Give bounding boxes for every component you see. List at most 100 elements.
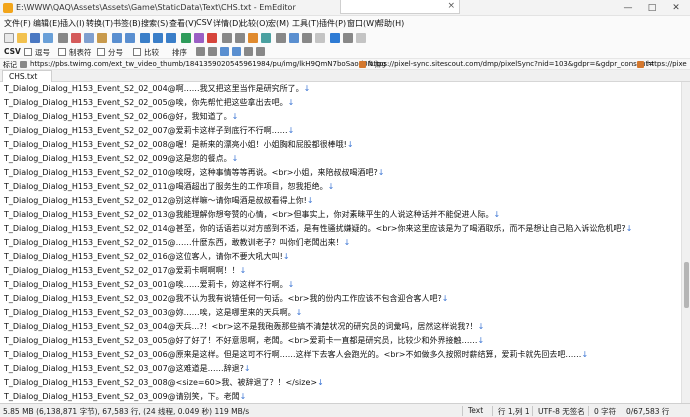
editor-line[interactable]: T_Dialog_Dialog_H153_Event_S2_02_005@唉，你…	[4, 97, 294, 109]
compare-icon[interactable]	[261, 33, 271, 43]
vertical-scrollbar[interactable]	[681, 82, 690, 403]
menu-search[interactable]: 搜索(S)	[141, 18, 168, 29]
editor-line[interactable]: T_Dialog_Dialog_H153_Event_S2_03_008@<si…	[4, 377, 324, 389]
maximize-button[interactable]: □	[642, 1, 662, 15]
editor-line[interactable]: T_Dialog_Dialog_H153_Event_S2_02_012@别这样…	[4, 195, 314, 207]
status-encoding[interactable]: UTF-8 无签名	[538, 406, 585, 417]
tab-mode-button[interactable]: 制表符	[69, 47, 92, 58]
macro-play-icon[interactable]	[207, 33, 217, 43]
editor-line[interactable]: T_Dialog_Dialog_H153_Event_S2_03_005@好了好…	[4, 335, 484, 347]
menu-help[interactable]: 帮助(H)	[376, 18, 404, 29]
find-icon[interactable]	[140, 33, 150, 43]
column-icon[interactable]	[220, 47, 229, 56]
status-file-type[interactable]: Text	[468, 406, 483, 415]
editor-line[interactable]: T_Dialog_Dialog_H153_Event_S2_03_004@天兵.…	[4, 321, 484, 333]
find-next-icon[interactable]	[153, 33, 163, 43]
comma-mode-button[interactable]: 逗号	[35, 47, 50, 58]
newline-marker-icon: ↓	[287, 280, 295, 289]
editor-line[interactable]: T_Dialog_Dialog_H153_Event_S2_02_014@甚至，…	[4, 223, 632, 235]
menu-window[interactable]: 窗口(W)	[347, 18, 377, 29]
bookmark-link[interactable]: https://pixel-sync.sitescout.com/dmp/pix…	[369, 60, 654, 68]
editor-line[interactable]: T_Dialog_Dialog_H153_Event_S2_03_002@我不认…	[4, 293, 448, 305]
macro-record-icon[interactable]	[194, 33, 204, 43]
sort-button[interactable]: 排序	[172, 47, 187, 58]
cut-icon[interactable]	[71, 33, 81, 43]
join-icon[interactable]	[244, 47, 253, 56]
menu-file[interactable]: 文件(F)	[4, 18, 31, 29]
bookmark-link[interactable]: https://pbs.twimg.com/ext_tw_video_thumb…	[30, 60, 386, 68]
editor-line[interactable]: T_Dialog_Dialog_H153_Event_S2_03_009@请别笑…	[4, 391, 246, 403]
editor-line[interactable]: T_Dialog_Dialog_H153_Event_S2_02_011@喝酒超…	[4, 181, 334, 193]
new-file-icon[interactable]	[4, 33, 14, 43]
editor-line[interactable]: T_Dialog_Dialog_H153_Event_S2_02_007@爱莉卡…	[4, 125, 294, 137]
top-tab[interactable]: ×	[340, 0, 460, 14]
csv-grid-icon[interactable]	[24, 48, 32, 56]
menu-macro[interactable]: 宏(M)	[268, 18, 289, 29]
outline-icon[interactable]	[289, 33, 299, 43]
menu-plugins[interactable]: 插件(P)	[319, 18, 346, 29]
word-wrap-icon[interactable]	[222, 33, 232, 43]
menu-insert[interactable]: 插入(I)	[60, 18, 85, 29]
menu-compare[interactable]: 比较(O)	[240, 18, 269, 29]
editor-line[interactable]: T_Dialog_Dialog_H153_Event_S2_02_010@唉呀，…	[4, 167, 384, 179]
paste-icon[interactable]	[97, 33, 107, 43]
sort-asc-icon[interactable]	[196, 47, 205, 56]
settings-icon[interactable]	[343, 33, 353, 43]
status-cursor-position[interactable]: 行 1,列 1	[498, 406, 530, 417]
editor-line[interactable]: T_Dialog_Dialog_H153_Event_S2_02_015@……什…	[4, 237, 350, 249]
split-window-icon[interactable]	[276, 33, 286, 43]
editor-line[interactable]: T_Dialog_Dialog_H153_Event_S2_02_004@啊………	[4, 83, 310, 95]
menu-bar: 文件(F) 编辑(E) 插入(I) 转换(T) 书签(B) 搜索(S) 查看(V…	[0, 16, 690, 31]
editor-line[interactable]: T_Dialog_Dialog_H153_Event_S2_03_001@唉………	[4, 279, 294, 291]
font-icon[interactable]	[315, 33, 325, 43]
line-text: T_Dialog_Dialog_H153_Event_S2_02_011@喝酒超…	[4, 182, 328, 191]
menu-csv[interactable]: CSV	[196, 18, 212, 27]
properties-icon[interactable]	[302, 33, 312, 43]
copy-icon[interactable]	[84, 33, 94, 43]
bookmark-link[interactable]: https://pixe	[647, 60, 687, 68]
editor-line[interactable]: T_Dialog_Dialog_H153_Event_S2_02_016@这位客…	[4, 251, 290, 263]
print-icon[interactable]	[58, 33, 68, 43]
editor-line[interactable]: T_Dialog_Dialog_H153_Event_S2_03_006@原来是…	[4, 349, 588, 361]
compare-mode-button[interactable]: 比较	[144, 47, 159, 58]
editor-line[interactable]: T_Dialog_Dialog_H153_Event_S2_03_003@妳………	[4, 307, 302, 319]
redo-icon[interactable]	[125, 33, 135, 43]
menu-bookmark[interactable]: 书签(B)	[113, 18, 141, 29]
sort-desc-icon[interactable]	[208, 47, 217, 56]
text-editor[interactable]: T_Dialog_Dialog_H153_Event_S2_02_004@啊………	[0, 82, 681, 403]
open-folder-icon[interactable]	[17, 33, 27, 43]
menu-convert[interactable]: 转换(T)	[86, 18, 113, 29]
editor-line[interactable]: T_Dialog_Dialog_H153_Event_S2_02_006@好，我…	[4, 111, 238, 123]
csv-toolbar: CSV 逗号 制表符 分号 比较 排序	[0, 45, 690, 59]
menu-view[interactable]: 查看(V)	[169, 18, 197, 29]
close-icon[interactable]: ×	[447, 1, 455, 11]
undo-icon[interactable]	[112, 33, 122, 43]
editor-line[interactable]: T_Dialog_Dialog_H153_Event_S2_02_017@爱莉卡…	[4, 265, 246, 277]
show-marks-icon[interactable]	[235, 33, 245, 43]
compare-grid-icon[interactable]	[133, 48, 141, 56]
menu-tools[interactable]: 工具(T)	[292, 18, 319, 29]
menu-edit[interactable]: 编辑(E)	[33, 18, 60, 29]
bookmark-icon[interactable]	[181, 33, 191, 43]
highlight-icon[interactable]	[248, 33, 258, 43]
tab-grid-icon[interactable]	[58, 48, 66, 56]
editor-line[interactable]: T_Dialog_Dialog_H153_Event_S2_03_007@这难道…	[4, 363, 251, 375]
editor-line[interactable]: T_Dialog_Dialog_H153_Event_S2_02_013@我能理…	[4, 209, 500, 221]
editor-line[interactable]: T_Dialog_Dialog_H153_Event_S2_02_009@这是您…	[4, 153, 238, 165]
save-all-icon[interactable]	[43, 33, 53, 43]
document-tab-chs[interactable]: CHS.txt	[2, 70, 52, 82]
toolbar-extra-icon[interactable]	[356, 33, 366, 43]
replace-icon[interactable]	[166, 33, 176, 43]
close-button[interactable]: ✕	[666, 1, 686, 15]
semicolon-grid-icon[interactable]	[97, 48, 105, 56]
scrollbar-thumb[interactable]	[684, 262, 689, 308]
filter-icon[interactable]	[330, 33, 340, 43]
menu-detail[interactable]: 详情(D)	[213, 18, 241, 29]
minimize-button[interactable]: —	[618, 1, 638, 15]
row-icon[interactable]	[232, 47, 241, 56]
semicolon-mode-button[interactable]: 分号	[108, 47, 123, 58]
save-icon[interactable]	[30, 33, 40, 43]
csv-mode-button[interactable]: CSV	[4, 47, 21, 56]
split-icon[interactable]	[256, 47, 265, 56]
editor-line[interactable]: T_Dialog_Dialog_H153_Event_S2_02_008@喔！是…	[4, 139, 354, 151]
